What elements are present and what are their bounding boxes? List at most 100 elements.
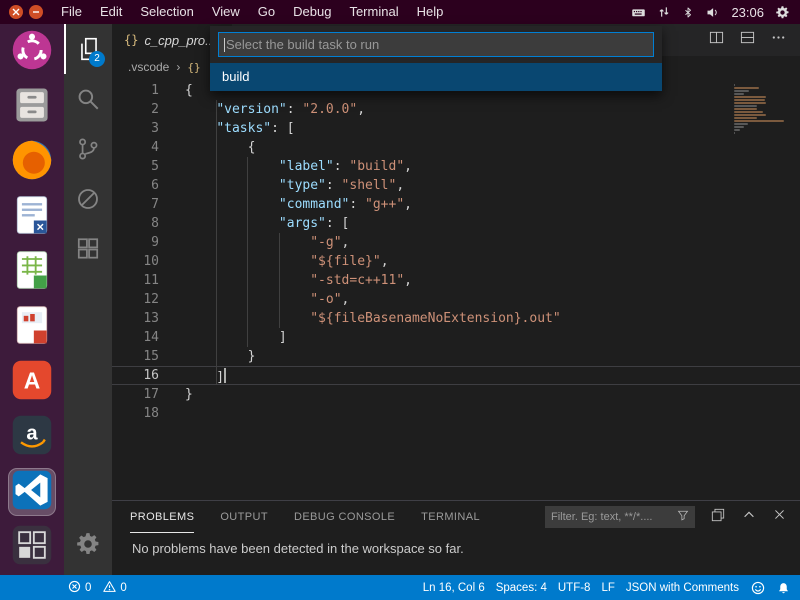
code-line[interactable]: 16 ] <box>112 366 800 385</box>
svg-text:A: A <box>24 367 41 393</box>
problems-message: No problems have been detected in the wo… <box>132 541 464 556</box>
panel-tab-debug-console[interactable]: DEBUG CONSOLE <box>294 501 395 533</box>
menu-selection[interactable]: Selection <box>131 0 202 24</box>
menu-debug[interactable]: Debug <box>284 0 340 24</box>
network-updown-icon[interactable] <box>657 5 671 19</box>
dock-item-amazon-icon[interactable]: a <box>8 413 56 461</box>
quick-pick-item[interactable]: build <box>210 63 662 91</box>
activity-source-control-icon[interactable] <box>64 124 112 174</box>
file-manager-icon <box>10 83 54 132</box>
activity-search-icon[interactable] <box>64 74 112 124</box>
session-gear-icon[interactable] <box>775 5 790 20</box>
workbench: {} c_cpp_pro... .vscode › {} 1{2 "versio… <box>112 24 800 575</box>
code-line[interactable]: 13 "${fileBasenameNoExtension}.out" <box>112 309 800 328</box>
indent-guide <box>247 157 249 347</box>
activity-extensions-icon[interactable] <box>64 224 112 274</box>
filter-input[interactable] <box>551 511 673 523</box>
extensions-icon <box>77 238 99 259</box>
minimap[interactable] <box>734 84 784 138</box>
menu-edit[interactable]: Edit <box>91 0 131 24</box>
code-line[interactable]: 18 <box>112 404 800 423</box>
code-line[interactable]: 15 } <box>112 347 800 366</box>
maximize-panel-chevron-icon[interactable] <box>742 508 756 527</box>
feedback-smiley-icon[interactable] <box>751 581 765 595</box>
line-number: 13 <box>143 311 159 326</box>
dock-item-vscode-icon[interactable] <box>8 468 56 516</box>
window-controls <box>0 5 52 19</box>
editor-layout-icon[interactable] <box>740 30 755 50</box>
code-line[interactable]: 12 "-o", <box>112 290 800 309</box>
dock-item-ubuntu-logo-icon[interactable] <box>8 28 56 76</box>
restore-panel-icon[interactable] <box>711 508 725 527</box>
status-warning-count[interactable]: 0 <box>103 580 127 596</box>
keyboard-indicator-icon[interactable] <box>631 5 646 20</box>
code-line[interactable]: 14 ] <box>112 328 800 347</box>
editor-actions <box>709 24 800 56</box>
code-line[interactable]: 6 "type": "shell", <box>112 176 800 195</box>
dock-item-firefox-icon[interactable] <box>8 138 56 186</box>
debug-icon <box>78 189 98 209</box>
status-right: Ln 16, Col 6 Spaces: 4 UTF-8 LF JSON with Co… <box>423 581 800 595</box>
code-line[interactable]: 2 "version": "2.0.0", <box>112 100 800 119</box>
menu-view[interactable]: View <box>203 0 249 24</box>
line-number: 10 <box>143 254 159 269</box>
status-eol[interactable]: LF <box>601 582 614 594</box>
bluetooth-icon[interactable] <box>682 6 694 19</box>
indent-guide <box>216 100 218 385</box>
activity-files-icon[interactable]: 2 <box>64 24 112 74</box>
window-close-button[interactable] <box>9 5 23 19</box>
dock-item-file-manager-icon[interactable] <box>8 83 56 131</box>
dock-item-libreoffice-impress-icon[interactable] <box>8 303 56 351</box>
window-minimize-button[interactable] <box>29 5 43 19</box>
code-line[interactable]: 17} <box>112 385 800 404</box>
dock-item-libreoffice-calc-icon[interactable] <box>8 248 56 296</box>
panel-tab-terminal[interactable]: TERMINAL <box>421 501 480 533</box>
split-editor-icon[interactable] <box>709 30 724 50</box>
amazon-icon: a <box>10 413 54 462</box>
code-line[interactable]: 4 { <box>112 138 800 157</box>
code-line[interactable]: 11 "-std=c++11", <box>112 271 800 290</box>
quick-pick-input[interactable] <box>226 37 648 52</box>
code-line[interactable]: 5 "label": "build", <box>112 157 800 176</box>
dock-item-software-center-icon[interactable]: A <box>8 358 56 406</box>
breadcrumb-folder[interactable]: .vscode <box>128 60 169 74</box>
status-error-count[interactable]: 0 <box>68 580 91 596</box>
line-number: 7 <box>151 197 159 212</box>
quick-pick-input-box[interactable] <box>218 32 654 57</box>
code-line[interactable]: 8 "args": [ <box>112 214 800 233</box>
dock-item-libreoffice-writer-icon[interactable] <box>8 193 56 241</box>
status-line-col[interactable]: Ln 16, Col 6 <box>423 582 485 594</box>
panel-tab-problems[interactable]: PROBLEMS <box>130 501 194 533</box>
status-language-mode[interactable]: JSON with Comments <box>626 582 739 594</box>
code-editor[interactable]: 1{2 "version": "2.0.0", 3 "tasks": [4 {5 … <box>112 78 800 500</box>
bottom-panel: PROBLEMSOUTPUTDEBUG CONSOLETERMINAL No <box>112 500 800 575</box>
panel-tab-output[interactable]: OUTPUT <box>220 501 268 533</box>
line-number: 18 <box>143 406 159 421</box>
activity-gear-icon[interactable] <box>64 519 112 569</box>
menu-go[interactable]: Go <box>249 0 284 24</box>
volume-icon[interactable] <box>705 5 720 20</box>
close-panel-icon[interactable] <box>773 508 786 526</box>
code-line[interactable]: 3 "tasks": [ <box>112 119 800 138</box>
menu-help[interactable]: Help <box>408 0 453 24</box>
filter-funnel-icon[interactable] <box>677 508 689 526</box>
menu-file[interactable]: File <box>52 0 91 24</box>
notifications-bell-icon[interactable] <box>777 581 790 595</box>
warning-icon <box>103 580 117 596</box>
status-indentation[interactable]: Spaces: 4 <box>496 582 547 594</box>
clock[interactable]: 23:06 <box>731 5 764 20</box>
status-encoding[interactable]: UTF-8 <box>558 582 591 594</box>
code-line[interactable]: 9 "-g", <box>112 233 800 252</box>
problems-filter[interactable] <box>545 506 695 528</box>
code-line[interactable]: 10 "${file}", <box>112 252 800 271</box>
code-line[interactable]: 7 "command": "g++", <box>112 195 800 214</box>
more-actions-icon[interactable] <box>771 30 786 50</box>
dock-item-workspace-switcher-icon[interactable] <box>8 523 56 571</box>
status-left: 00 <box>0 580 127 596</box>
line-number: 8 <box>151 216 159 231</box>
line-number: 11 <box>143 273 159 288</box>
activity-debug-icon[interactable] <box>64 174 112 224</box>
line-number: 3 <box>151 121 159 136</box>
menu-terminal[interactable]: Terminal <box>340 0 407 24</box>
error-icon <box>68 580 81 596</box>
